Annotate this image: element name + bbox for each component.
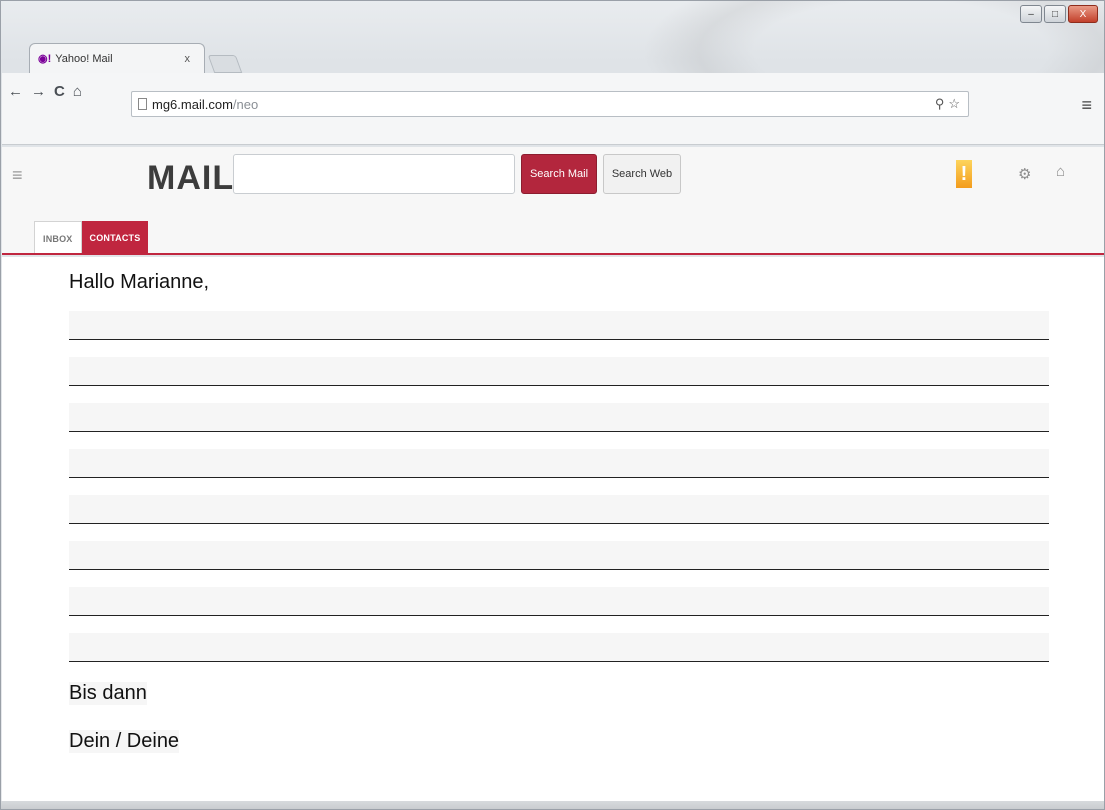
- home-icon[interactable]: ⌂: [1056, 163, 1065, 180]
- address-bar-tools: ⚲ ☆: [935, 96, 960, 112]
- page-icon: [138, 98, 147, 110]
- writing-line[interactable]: [69, 633, 1049, 662]
- writing-line[interactable]: [69, 495, 1049, 524]
- maximize-button[interactable]: □: [1044, 5, 1066, 23]
- back-arrow-icon[interactable]: ←: [8, 83, 23, 100]
- browser-tab[interactable]: ◉! Yahoo! Mail x: [29, 43, 205, 73]
- writing-line[interactable]: [69, 357, 1049, 386]
- tab-inbox[interactable]: INBOX: [34, 221, 82, 255]
- minimize-button[interactable]: –: [1020, 5, 1042, 23]
- url-path: /neo: [232, 96, 259, 112]
- forward-arrow-icon[interactable]: →: [31, 83, 46, 100]
- tab-title: Yahoo! Mail: [55, 52, 113, 65]
- window-bottom-edge: [1, 801, 1104, 809]
- gear-icon[interactable]: ⚙: [1018, 165, 1031, 183]
- address-bar[interactable]: mg6.mail.com/neo ⚲ ☆: [131, 91, 969, 117]
- mail-logo: MAIL: [147, 159, 235, 197]
- window-controls: – □ X: [1020, 5, 1098, 23]
- yahoo-favicon-icon: ◉!: [38, 53, 52, 65]
- greeting-text: Hallo Marianne,: [69, 271, 210, 293]
- header-divider: [2, 253, 1104, 255]
- yahoo-logo-icon[interactable]: !: [956, 160, 972, 188]
- closing-line-2: Dein / Deine: [69, 730, 180, 753]
- writing-line[interactable]: [69, 403, 1049, 432]
- mail-tabs: INBOX CONTACTS: [34, 221, 149, 255]
- search-mail-button[interactable]: Search Mail: [521, 154, 597, 194]
- writing-line[interactable]: [69, 449, 1049, 478]
- tab-contacts[interactable]: CONTACTS: [81, 221, 149, 255]
- writing-line[interactable]: [69, 541, 1049, 570]
- mail-header: ≡ MAIL Search Mail Search Web ! ⚙ ⌂ INBO…: [2, 147, 1104, 255]
- closing-line-1: Bis dann: [69, 682, 147, 705]
- writing-line[interactable]: [69, 587, 1049, 616]
- home-button-icon[interactable]: ⌂: [73, 83, 82, 100]
- star-icon[interactable]: ☆: [948, 96, 960, 112]
- close-window-button[interactable]: X: [1068, 5, 1098, 23]
- tab-close-button[interactable]: x: [185, 53, 191, 65]
- magnifier-icon[interactable]: ⚲: [935, 96, 945, 112]
- search-input[interactable]: [233, 154, 515, 194]
- hamburger-icon[interactable]: ≡: [12, 165, 23, 186]
- browser-menu-icon[interactable]: ≡: [1081, 95, 1092, 116]
- browser-window: – □ X ◉! Yahoo! Mail x ← → C ⌂ mg6.mail.…: [0, 0, 1105, 810]
- writing-line[interactable]: [69, 311, 1049, 340]
- new-tab-button[interactable]: [207, 55, 243, 73]
- navigation-buttons: ← → C ⌂: [8, 83, 82, 100]
- message-area: Hallo Marianne, Bis dann Dein / Deine: [2, 257, 1104, 803]
- reload-icon[interactable]: C: [54, 83, 65, 100]
- url-host: mg6.mail.com: [152, 96, 233, 112]
- search-web-button[interactable]: Search Web: [603, 154, 681, 194]
